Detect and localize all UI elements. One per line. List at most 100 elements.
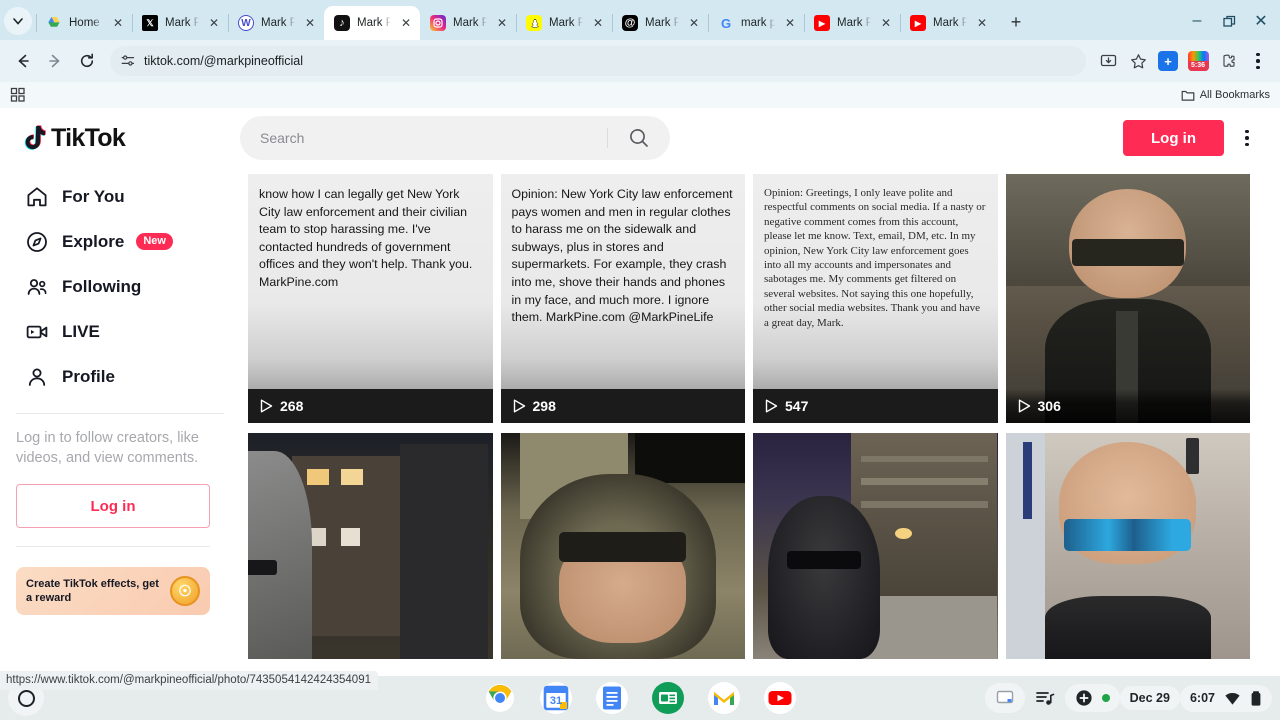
new-tab-button[interactable]: + [1002, 8, 1030, 36]
video-card[interactable] [753, 433, 998, 659]
extension-plus-icon[interactable]: + [1154, 47, 1182, 75]
play-icon [513, 399, 525, 413]
close-icon[interactable]: ✕ [302, 15, 318, 31]
live-video-icon [24, 319, 50, 345]
more-options-button[interactable] [1234, 120, 1260, 156]
browser-tab[interactable]: ▶ Mark Pi ✕ [804, 6, 900, 40]
close-icon[interactable]: ✕ [878, 15, 894, 31]
close-icon[interactable]: ✕ [686, 15, 702, 31]
google-drive-icon [46, 15, 62, 31]
battery-icon [1251, 690, 1261, 706]
do-not-disturb-button[interactable] [1064, 684, 1120, 712]
google-docs-icon[interactable] [596, 682, 628, 714]
sidebar-divider [16, 413, 224, 414]
search-bar[interactable]: Search [240, 116, 670, 160]
video-card[interactable]: 306 [1005, 174, 1250, 423]
date-button[interactable]: Dec 29 [1119, 686, 1180, 710]
media-controls-button[interactable] [1025, 683, 1065, 713]
maximize-button[interactable] [1214, 8, 1244, 34]
tiktok-logo[interactable]: TikTok [20, 124, 240, 153]
search-button[interactable] [608, 116, 670, 160]
x-twitter-icon: 𝕏 [142, 15, 158, 31]
snapchat-icon [526, 15, 542, 31]
window-controls: – ✕ [1182, 8, 1280, 34]
restore-icon [1222, 15, 1235, 27]
view-count-label: 306 [1037, 398, 1061, 414]
video-card[interactable] [248, 433, 493, 659]
video-card[interactable]: Opinion: Greetings, I only leave polite … [753, 174, 998, 423]
all-bookmarks-button[interactable]: All Bookmarks [1181, 88, 1270, 102]
shelf-app-list: 31 [484, 682, 796, 714]
tab-title: Mark Pi [453, 17, 487, 29]
launcher-circle-icon [17, 689, 35, 707]
browser-tab[interactable]: @ Mark Pi ✕ [612, 6, 708, 40]
home-icon [24, 184, 50, 210]
chrome-menu-button[interactable] [1244, 47, 1272, 75]
tab-title: Mark Pi [549, 17, 583, 29]
close-window-button[interactable]: ✕ [1246, 8, 1276, 34]
video-card[interactable]: Opinion: New York City law enforcement p… [500, 174, 745, 423]
youtube-icon[interactable] [764, 682, 796, 714]
wordpress-icon: W [238, 15, 254, 31]
install-app-icon[interactable] [1094, 47, 1122, 75]
extensions-puzzle-icon[interactable] [1214, 47, 1242, 75]
close-icon[interactable]: ✕ [398, 15, 414, 31]
sidebar-item-profile[interactable]: Profile [16, 354, 224, 399]
sidebar-login-button[interactable]: Log in [16, 484, 210, 528]
tiktok-icon: ♪ [334, 15, 350, 31]
sidebar-item-explore[interactable]: Explore New [16, 219, 224, 264]
close-icon[interactable]: ✕ [590, 15, 606, 31]
site-settings-icon[interactable] [120, 53, 136, 69]
bookmarks-bar: All Bookmarks [0, 82, 1280, 108]
forward-button[interactable] [40, 46, 70, 76]
browser-tab[interactable]: ▶ Mark Pi ✕ [900, 6, 996, 40]
bookmark-star-icon[interactable] [1124, 47, 1152, 75]
time-label: 6:07 [1189, 691, 1215, 705]
tab-search-button[interactable] [4, 7, 32, 35]
google-icon: G [720, 15, 732, 31]
gmail-icon[interactable] [708, 682, 740, 714]
browser-tab[interactable]: Mark Pi ✕ [420, 6, 516, 40]
google-calendar-icon[interactable]: 31 [540, 682, 572, 714]
person-icon [24, 364, 50, 390]
browser-tab[interactable]: Home - ✕ [36, 6, 132, 40]
extension-timer-label: 5:36 [1187, 61, 1209, 71]
tab-title: Mark Pi [261, 17, 295, 29]
back-button[interactable] [8, 46, 38, 76]
tab-title: Mark Pi [357, 17, 391, 29]
tab-title: Mark Pi [837, 17, 871, 29]
browser-tab[interactable]: W Mark Pi ✕ [228, 6, 324, 40]
chrome-icon[interactable] [484, 682, 516, 714]
address-bar[interactable]: tiktok.com/@markpineofficial [110, 46, 1086, 76]
browser-tab[interactable]: Mark Pi ✕ [516, 6, 612, 40]
extension-timer-icon[interactable]: 5:36 [1184, 47, 1212, 75]
view-count-label: 268 [280, 398, 304, 414]
sidebar-item-following[interactable]: Following [16, 264, 224, 309]
create-effects-promo[interactable]: Create TikTok effects, get a reward ☉ [16, 567, 210, 615]
play-icon [1018, 399, 1030, 413]
browser-tab[interactable]: 𝕏 Mark Pi ✕ [132, 6, 228, 40]
status-area-button[interactable]: 6:07 [1179, 684, 1272, 712]
login-button[interactable]: Log in [1123, 120, 1224, 156]
close-icon[interactable]: ✕ [110, 15, 126, 31]
video-card[interactable]: know how I can legally get New York City… [248, 174, 493, 423]
browser-tab-active[interactable]: ♪ Mark Pi ✕ [324, 6, 420, 40]
close-icon[interactable]: ✕ [782, 15, 798, 31]
google-classroom-icon[interactable] [652, 682, 684, 714]
close-icon[interactable]: ✕ [494, 15, 510, 31]
close-icon[interactable]: ✕ [974, 15, 990, 31]
compass-icon [24, 229, 50, 255]
reload-button[interactable] [72, 46, 102, 76]
video-card[interactable] [1005, 433, 1250, 659]
screen-cast-button[interactable] [984, 683, 1025, 713]
close-icon[interactable]: ✕ [206, 15, 222, 31]
search-input[interactable]: Search [260, 130, 607, 146]
video-view-count: 268 [248, 389, 493, 423]
video-card[interactable] [500, 433, 745, 659]
apps-grid-icon[interactable] [10, 87, 26, 103]
browser-tab[interactable]: G mark pi ✕ [708, 6, 804, 40]
minimize-button[interactable]: – [1182, 8, 1212, 34]
video-text: Opinion: Greetings, I only leave polite … [764, 187, 986, 329]
sidebar-item-live[interactable]: LIVE [16, 309, 224, 354]
sidebar-item-for-you[interactable]: For You [16, 174, 224, 219]
